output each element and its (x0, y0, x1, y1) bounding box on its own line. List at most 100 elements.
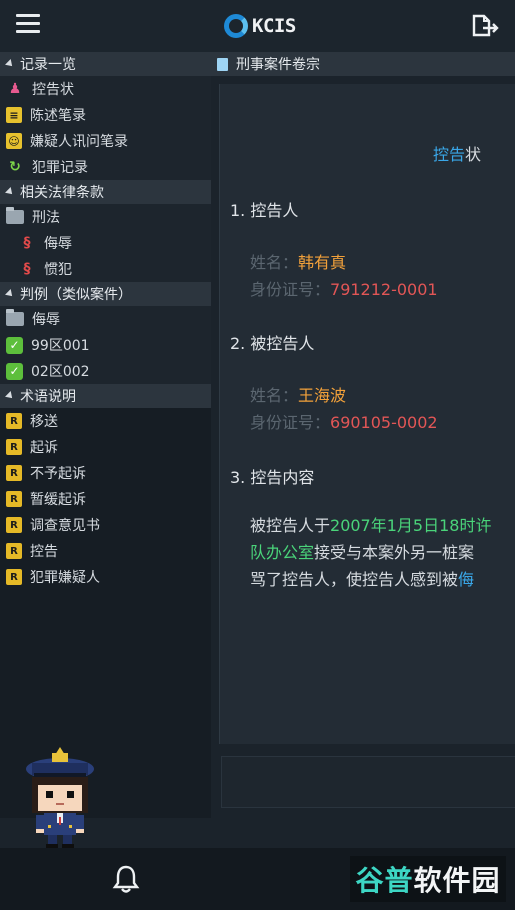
term-icon: R (6, 413, 22, 429)
check-icon: ✓ (6, 336, 23, 354)
body-keyword[interactable]: 侮 (458, 570, 474, 589)
section-accused-title: 2. 被控告人 (230, 334, 315, 353)
sidebar-item-label: 刑法 (32, 210, 60, 226)
folder-icon (6, 309, 24, 326)
complaint-icon: ♟ (8, 81, 22, 97)
document-title-highlight[interactable]: 控告 (433, 145, 465, 164)
sidebar-item-label: 控告状 (32, 82, 74, 98)
section-content-title: 3. 控告内容 (230, 468, 315, 487)
sidebar-item-label: 调查意见书 (30, 518, 100, 534)
name-label: 姓名： (250, 253, 299, 272)
sidebar-section-terms[interactable]: 术语说明 (0, 384, 211, 408)
sidebar-item-case-02-002[interactable]: ✓ 02区002 (0, 358, 211, 384)
sidebar-item-term-prosecute[interactable]: R 起诉 (0, 434, 211, 460)
sidebar-item-term-deferred-prosecution[interactable]: R 暂缓起诉 (0, 486, 211, 512)
sidebar-item-label: 起诉 (30, 440, 58, 456)
section-title: 术语说明 (20, 389, 76, 405)
record-icon: ↻ (9, 159, 21, 175)
complaint-body-line: 队办公室接受与本案外另一桩案 (250, 540, 474, 566)
document-viewer[interactable]: 控告状 1. 控告人 姓名：韩有真 身份证号：791212-0001 2. 被控… (211, 76, 515, 818)
complainant-name-value[interactable]: 韩有真 (298, 253, 346, 272)
term-icon: R (6, 465, 22, 481)
body-keyword[interactable]: 2007年1月5日18时许 (330, 516, 491, 535)
document-footer (221, 756, 515, 808)
collapse-arrow-icon (5, 187, 15, 197)
section-title: 相关法律条款 (20, 185, 104, 201)
id-label: 身份证号： (250, 280, 331, 299)
sidebar-item-label: 侮辱 (44, 236, 72, 252)
collapse-arrow-icon (5, 391, 15, 401)
document-icon (217, 57, 228, 71)
folder-icon (6, 207, 24, 224)
sidebar-item-criminal-record[interactable]: ↻ 犯罪记录 (0, 154, 211, 180)
section-icon: § (23, 261, 31, 277)
complaint-body-line: 被控告人于2007年1月5日18时许 (250, 513, 491, 539)
sidebar-section-records[interactable]: 记录一览 (0, 52, 211, 76)
document-title-rest: 状 (465, 145, 482, 164)
sidebar-section-precedents[interactable]: 判例（类似案件） (0, 282, 211, 306)
sidebar-item-term-no-prosecution[interactable]: R 不予起诉 (0, 460, 211, 486)
sidebar: 记录一览 ♟ 控告状 ≡ 陈述笔录 ☺ 嫌疑人讯问笔录 ↻ 犯罪记录 相关法律条… (0, 52, 211, 818)
body-text: 骂了控告人，使控告人感到被 (250, 570, 459, 589)
sidebar-item-label: 暂缓起诉 (30, 492, 86, 508)
accused-name-value[interactable]: 王海波 (298, 386, 346, 405)
sidebar-item-label: 犯罪嫌疑人 (30, 570, 100, 586)
complainant-id: 身份证号：791212-0001 (250, 276, 438, 300)
bottom-bar: 谷普 软件园 (0, 848, 515, 910)
sidebar-item-statement[interactable]: ≡ 陈述笔录 (0, 102, 211, 128)
complaint-body-line: 骂了控告人，使控告人感到被侮 (250, 567, 474, 593)
sidebar-item-label: 惯犯 (44, 262, 72, 278)
body-text: 接受与本案外另一桩案 (314, 543, 475, 562)
sidebar-item-label: 侮辱 (32, 312, 60, 328)
document-title: 控告状 (433, 141, 481, 165)
app-logo: KCIS (224, 13, 296, 39)
sidebar-item-label: 犯罪记录 (32, 160, 88, 176)
sidebar-item-label: 02区002 (31, 364, 90, 380)
section-icon: § (23, 235, 31, 251)
sidebar-item-label: 嫌疑人讯问笔录 (30, 134, 128, 150)
sidebar-item-insult-law[interactable]: § 侮辱 (0, 230, 211, 256)
accused-id-value[interactable]: 690105-0002 (330, 413, 438, 432)
sidebar-item-term-investigation-report[interactable]: R 调查意见书 (0, 512, 211, 538)
sidebar-item-term-complaint[interactable]: R 控告 (0, 538, 211, 564)
watermark-logo: 谷普 软件园 (350, 856, 506, 902)
sidebar-item-complaint[interactable]: ♟ 控告状 (0, 76, 211, 102)
body-text: 被控告人于 (250, 516, 331, 535)
accused-id: 身份证号：690105-0002 (250, 409, 438, 433)
term-icon: R (6, 439, 22, 455)
collapse-arrow-icon (5, 289, 15, 299)
export-icon[interactable] (471, 14, 499, 38)
sidebar-item-habitual-offender[interactable]: § 惯犯 (0, 256, 211, 282)
complainant-name: 姓名：韩有真 (250, 249, 346, 273)
logo-text: KCIS (252, 15, 296, 37)
sidebar-item-term-transfer[interactable]: R 移送 (0, 408, 211, 434)
sidebar-section-laws[interactable]: 相关法律条款 (0, 180, 211, 204)
body-keyword[interactable]: 队办公室 (250, 543, 314, 562)
sidebar-item-interrogation[interactable]: ☺ 嫌疑人讯问笔录 (0, 128, 211, 154)
sidebar-item-label: 99区001 (31, 338, 90, 354)
sidebar-item-label: 不予起诉 (30, 466, 86, 482)
bell-icon[interactable] (112, 864, 140, 894)
logo-icon (224, 14, 248, 38)
document-tab[interactable]: 刑事案件卷宗 (211, 52, 515, 76)
hamburger-icon[interactable] (16, 14, 40, 34)
collapse-arrow-icon (5, 59, 15, 69)
sidebar-item-term-suspect[interactable]: R 犯罪嫌疑人 (0, 564, 211, 590)
sidebar-item-label: 移送 (30, 414, 58, 430)
police-officer-avatar[interactable] (22, 745, 98, 849)
id-label: 身份证号： (250, 413, 331, 432)
section-complainant-title: 1. 控告人 (230, 201, 299, 220)
sidebar-item-case-99-001[interactable]: ✓ 99区001 (0, 332, 211, 358)
watermark-part-1: 谷普 (355, 864, 414, 897)
complainant-id-value[interactable]: 791212-0001 (330, 280, 438, 299)
watermark-part-2: 软件园 (413, 864, 501, 897)
sidebar-item-insult-precedent[interactable]: 侮辱 (0, 306, 211, 332)
term-icon: R (6, 517, 22, 533)
sidebar-item-label: 控告 (30, 544, 58, 560)
term-icon: R (6, 569, 22, 585)
statement-icon: ≡ (6, 107, 22, 123)
term-icon: R (6, 543, 22, 559)
tab-title: 刑事案件卷宗 (236, 57, 320, 73)
sidebar-item-criminal-law[interactable]: 刑法 (0, 204, 211, 230)
name-label: 姓名： (250, 386, 299, 405)
